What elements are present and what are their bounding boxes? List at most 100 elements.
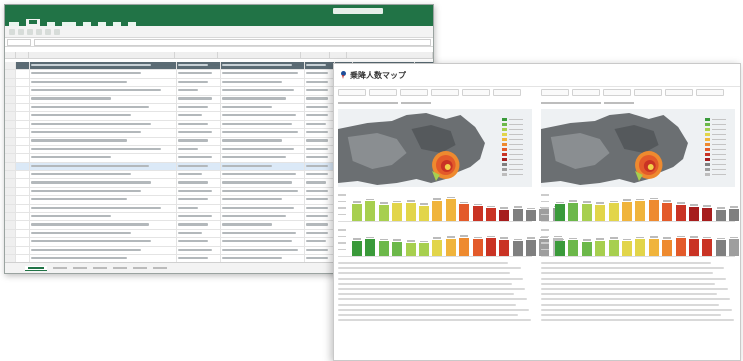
sheet-tab[interactable]	[93, 266, 107, 270]
bar[interactable]	[418, 205, 429, 221]
table-cell[interactable]	[221, 120, 305, 129]
ribbon-tab[interactable]	[113, 22, 121, 26]
table-cell[interactable]	[177, 187, 221, 196]
bar-column[interactable]	[378, 224, 389, 256]
table-cell[interactable]	[177, 120, 221, 129]
table-cell[interactable]	[221, 229, 305, 238]
bar[interactable]	[485, 238, 496, 256]
bar-column[interactable]	[432, 189, 443, 221]
table-cell[interactable]	[30, 145, 177, 154]
table-cell[interactable]	[221, 145, 305, 154]
bar[interactable]	[445, 238, 456, 256]
bar[interactable]	[352, 240, 362, 256]
filter-dropdown[interactable]	[572, 89, 600, 96]
ribbon-tab[interactable]	[47, 22, 55, 26]
bar[interactable]	[459, 237, 470, 256]
bar-column[interactable]	[648, 189, 659, 221]
bar-column[interactable]	[526, 189, 537, 221]
table-cell[interactable]	[177, 154, 221, 162]
table-cell[interactable]	[221, 137, 305, 145]
table-cell[interactable]	[305, 120, 335, 129]
filter-dropdown[interactable]	[462, 89, 490, 96]
table-cell[interactable]	[221, 87, 305, 95]
bar[interactable]	[405, 202, 416, 221]
table-cell[interactable]	[177, 70, 221, 78]
bar-column[interactable]	[675, 224, 686, 256]
filter-dropdown[interactable]	[338, 89, 366, 96]
table-cell[interactable]	[30, 187, 177, 196]
bar-column[interactable]	[499, 189, 510, 221]
table-cell[interactable]	[177, 229, 221, 238]
bar[interactable]	[635, 239, 646, 256]
bar[interactable]	[512, 208, 523, 221]
sheet-tab-active[interactable]	[25, 265, 47, 271]
table-cell[interactable]	[305, 171, 335, 179]
bar-column[interactable]	[512, 224, 523, 256]
filter-dropdown[interactable]	[493, 89, 521, 96]
bar[interactable]	[715, 240, 726, 256]
toolbar-icon[interactable]	[36, 28, 42, 35]
table-cell[interactable]	[30, 246, 177, 254]
table-cell[interactable]	[177, 62, 221, 70]
bar-column[interactable]	[352, 224, 362, 256]
bar[interactable]	[432, 200, 443, 221]
bar[interactable]	[608, 239, 619, 256]
table-cell[interactable]	[221, 70, 305, 78]
table-cell[interactable]	[305, 95, 335, 103]
bar-column[interactable]	[405, 189, 416, 221]
bar[interactable]	[595, 240, 606, 256]
filter-dropdown[interactable]	[665, 89, 693, 96]
bar-column[interactable]	[378, 189, 389, 221]
search-box[interactable]	[333, 8, 383, 14]
bar-column[interactable]	[445, 189, 456, 221]
table-cell[interactable]	[30, 196, 177, 204]
bar[interactable]	[512, 241, 523, 256]
table-cell[interactable]	[16, 179, 30, 187]
bar-column[interactable]	[688, 189, 699, 221]
bar-column[interactable]	[485, 224, 496, 256]
table-cell[interactable]	[30, 137, 177, 145]
ribbon-tab[interactable]	[9, 22, 19, 26]
toolbar-icon[interactable]	[9, 28, 15, 35]
table-cell[interactable]	[30, 213, 177, 221]
bar[interactable]	[608, 203, 619, 221]
table-cell[interactable]	[30, 103, 177, 112]
table-cell[interactable]	[16, 238, 30, 246]
bar-column[interactable]	[432, 224, 443, 256]
table-cell[interactable]	[221, 179, 305, 187]
table-cell[interactable]	[30, 95, 177, 103]
table-cell[interactable]	[30, 179, 177, 187]
bar-column[interactable]	[581, 224, 592, 256]
ribbon-tab[interactable]	[83, 22, 91, 26]
bar[interactable]	[472, 206, 483, 221]
table-cell[interactable]	[16, 196, 30, 204]
bar[interactable]	[472, 239, 483, 256]
bar[interactable]	[702, 239, 713, 256]
formula-input[interactable]	[34, 38, 431, 46]
table-cell[interactable]	[221, 238, 305, 246]
bar[interactable]	[432, 239, 443, 256]
table-cell[interactable]	[177, 137, 221, 145]
bar[interactable]	[499, 209, 510, 221]
bar-column[interactable]	[526, 224, 537, 256]
table-cell[interactable]	[16, 154, 30, 162]
table-cell[interactable]	[305, 78, 335, 87]
bar-column[interactable]	[662, 189, 673, 221]
table-cell[interactable]	[305, 62, 335, 70]
bar[interactable]	[418, 243, 429, 256]
bar[interactable]	[595, 204, 606, 221]
table-cell[interactable]	[221, 129, 305, 137]
table-cell[interactable]	[30, 221, 177, 229]
table-cell[interactable]	[305, 238, 335, 246]
table-cell[interactable]	[177, 145, 221, 154]
table-cell[interactable]	[177, 129, 221, 137]
bar-column[interactable]	[608, 189, 619, 221]
table-cell[interactable]	[16, 103, 30, 112]
table-cell[interactable]	[305, 137, 335, 145]
table-cell[interactable]	[30, 204, 177, 213]
table-cell[interactable]	[221, 204, 305, 213]
bar-column[interactable]	[512, 189, 523, 221]
bar[interactable]	[378, 204, 389, 221]
bar-column[interactable]	[715, 189, 726, 221]
sheet-tab[interactable]	[153, 266, 167, 270]
